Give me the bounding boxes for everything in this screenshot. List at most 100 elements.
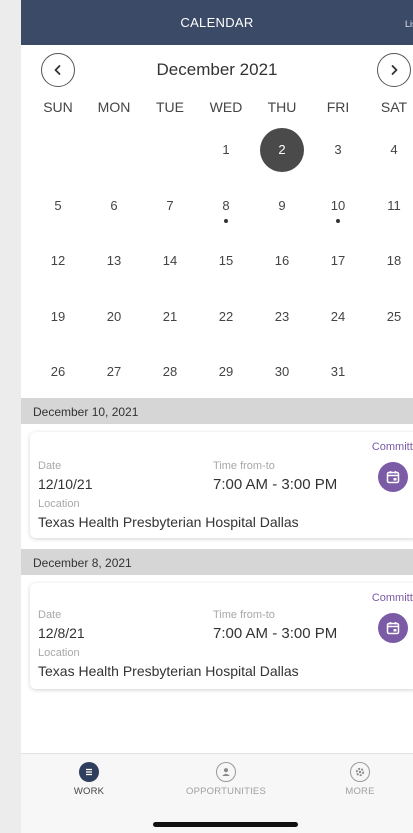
day-number: 9 [278, 197, 286, 213]
calendar-empty-cell [142, 122, 198, 178]
day-number: 3 [334, 142, 342, 158]
day-number: 18 [386, 253, 402, 269]
tab-opportunities[interactable]: OPPORTUNITIES [176, 762, 276, 797]
home-indicator [153, 822, 298, 827]
calendar-day-19[interactable]: 19 [30, 289, 86, 345]
calendar-day-1[interactable]: 1 [198, 122, 254, 178]
day-number: 21 [162, 308, 178, 324]
calendar-week-row: 26 27 28 29 30 31 [30, 344, 413, 400]
event-card[interactable]: Committed Date 12/10/21 Time from-to 7:0… [30, 432, 413, 538]
weekday-label: FRI [326, 99, 350, 115]
calendar-day-24[interactable]: 24 [310, 289, 366, 345]
calendar-day-5[interactable]: 5 [30, 178, 86, 234]
calendar-week-row: 5 6 7 8 9 10 11 [30, 178, 413, 234]
date-label: Date [38, 460, 62, 472]
tab-more[interactable]: MORE [310, 762, 410, 797]
tab-label: OPPORTUNITIES [185, 786, 267, 797]
day-number: 16 [274, 253, 290, 269]
list-icon [79, 762, 99, 782]
day-number: 20 [106, 308, 122, 324]
calendar-day-18[interactable]: 18 [366, 233, 413, 289]
calendar-day-14[interactable]: 14 [142, 233, 198, 289]
calendar-day-29[interactable]: 29 [198, 344, 254, 400]
day-number: 5 [54, 197, 62, 213]
weekday-label: MON [97, 99, 131, 115]
event-date: 12/8/21 [38, 625, 85, 641]
list-view-link[interactable]: List [405, 19, 413, 29]
bottom-tab-bar: WORK OPPORTUNITIES MORE [21, 753, 413, 833]
calendar-day-10[interactable]: 10 [310, 178, 366, 234]
day-number: 31 [330, 364, 346, 380]
month-navigator: December 2021 [21, 52, 413, 88]
chevron-right-icon [391, 65, 398, 75]
day-number: 15 [218, 253, 234, 269]
event-section-header: December 10, 2021 [21, 398, 413, 424]
event-date: 12/10/21 [38, 476, 93, 492]
calendar-day-26[interactable]: 26 [30, 344, 86, 400]
calendar-day-6[interactable]: 6 [86, 178, 142, 234]
calendar-day-17[interactable]: 17 [310, 233, 366, 289]
calendar-day-27[interactable]: 27 [86, 344, 142, 400]
event-section-header: December 8, 2021 [21, 549, 413, 575]
calendar-day-21[interactable]: 21 [142, 289, 198, 345]
calendar-day-13[interactable]: 13 [86, 233, 142, 289]
calendar-day-8[interactable]: 8 [198, 178, 254, 234]
day-number: 27 [106, 364, 122, 380]
calendar-day-3[interactable]: 3 [310, 122, 366, 178]
event-time: 7:00 AM - 3:00 PM [213, 625, 338, 642]
calendar-day-15[interactable]: 15 [198, 233, 254, 289]
day-number: 1 [222, 142, 230, 158]
person-icon [216, 762, 236, 782]
calendar-empty-cell [86, 122, 142, 178]
calendar-day-16[interactable]: 16 [254, 233, 310, 289]
day-number: 6 [110, 197, 118, 213]
event-location: Texas Health Presbyterian Hospital Dalla… [38, 663, 299, 679]
calendar-day-20[interactable]: 20 [86, 289, 142, 345]
next-month-button[interactable] [377, 53, 411, 87]
month-label: December 2021 [156, 60, 278, 79]
location-label: Location [38, 498, 80, 510]
time-label: Time from-to [213, 609, 275, 621]
date-label: Date [38, 609, 62, 621]
calendar-week-row: 12 13 14 15 16 17 18 [30, 233, 413, 289]
weekday-label: WED [209, 99, 243, 115]
day-number: 2 [260, 127, 304, 172]
top-bar: CALENDAR List [21, 0, 413, 45]
calendar-day-28[interactable]: 28 [142, 344, 198, 400]
add-to-calendar-button[interactable] [378, 462, 408, 492]
day-number: 29 [218, 364, 234, 380]
day-number: 7 [166, 197, 174, 213]
tab-label: WORK [73, 786, 105, 797]
calendar-week-row: 1 2 3 4 [30, 122, 413, 178]
event-indicator-dot [224, 218, 228, 223]
calendar-day-11[interactable]: 11 [366, 178, 413, 234]
event-card[interactable]: Committed Date 12/8/21 Time from-to 7:00… [30, 583, 413, 689]
day-number: 24 [330, 308, 346, 324]
status-badge: Committed [371, 441, 413, 453]
calendar-day-12[interactable]: 12 [30, 233, 86, 289]
day-number: 19 [50, 308, 66, 324]
day-number: 13 [106, 253, 122, 269]
calendar-day-30[interactable]: 30 [254, 344, 310, 400]
weekday-label: TUE [156, 99, 184, 115]
day-number: 26 [50, 364, 66, 380]
event-indicator-dot [336, 218, 340, 223]
tab-work[interactable]: WORK [39, 762, 139, 797]
calendar-icon [386, 622, 400, 635]
day-number: 4 [390, 142, 398, 158]
calendar-day-22[interactable]: 22 [198, 289, 254, 345]
add-to-calendar-button[interactable] [378, 613, 408, 643]
calendar-day-2[interactable]: 2 [254, 122, 310, 178]
calendar-day-7[interactable]: 7 [142, 178, 198, 234]
calendar-day-31[interactable]: 31 [310, 344, 366, 400]
day-number: 25 [386, 308, 402, 324]
weekday-header: SUN MON TUE WED THU FRI SAT [30, 99, 413, 119]
calendar-day-23[interactable]: 23 [254, 289, 310, 345]
calendar-empty-cell [30, 122, 86, 178]
status-badge: Committed [371, 592, 413, 604]
calendar-day-4[interactable]: 4 [366, 122, 413, 178]
calendar-empty-cell [366, 344, 413, 400]
calendar-day-25[interactable]: 25 [366, 289, 413, 345]
calendar-day-9[interactable]: 9 [254, 178, 310, 234]
page-title: CALENDAR [180, 15, 254, 30]
